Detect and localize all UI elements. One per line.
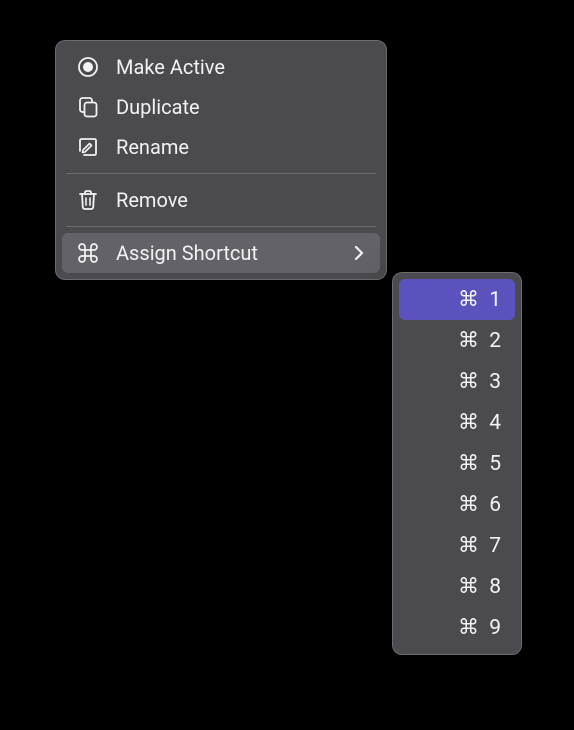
command-symbol: ⌘	[458, 492, 479, 517]
command-symbol: ⌘	[458, 533, 479, 558]
shortcut-option-4[interactable]: ⌘ 4	[399, 402, 515, 443]
context-menu: Make Active Duplicate Rename	[55, 40, 387, 280]
menu-item-label: Assign Shortcut	[116, 241, 350, 265]
shortcut-option-1[interactable]: ⌘ 1	[399, 279, 515, 320]
menu-item-label: Make Active	[116, 55, 368, 79]
shortcut-option-9[interactable]: ⌘ 9	[399, 607, 515, 648]
edit-icon	[74, 133, 102, 161]
command-symbol: ⌘	[458, 287, 479, 312]
shortcut-number: 8	[489, 575, 501, 599]
shortcut-number: 3	[489, 370, 501, 394]
shortcut-option-6[interactable]: ⌘ 6	[399, 484, 515, 525]
menu-item-make-active[interactable]: Make Active	[62, 47, 380, 87]
command-symbol: ⌘	[458, 410, 479, 435]
command-symbol: ⌘	[458, 369, 479, 394]
menu-divider	[66, 173, 376, 174]
shortcut-option-5[interactable]: ⌘ 5	[399, 443, 515, 484]
menu-item-assign-shortcut[interactable]: Assign Shortcut	[62, 233, 380, 273]
circle-dot-icon	[74, 53, 102, 81]
menu-item-duplicate[interactable]: Duplicate	[62, 87, 380, 127]
command-symbol: ⌘	[458, 574, 479, 599]
menu-item-remove[interactable]: Remove	[62, 180, 380, 220]
command-symbol: ⌘	[458, 328, 479, 353]
command-symbol: ⌘	[458, 615, 479, 640]
menu-item-label: Rename	[116, 135, 368, 159]
menu-item-rename[interactable]: Rename	[62, 127, 380, 167]
shortcut-option-2[interactable]: ⌘ 2	[399, 320, 515, 361]
chevron-right-icon	[350, 244, 368, 262]
shortcut-option-3[interactable]: ⌘ 3	[399, 361, 515, 402]
menu-item-label: Remove	[116, 188, 368, 212]
shortcut-number: 7	[489, 534, 501, 558]
assign-shortcut-submenu: ⌘ 1 ⌘ 2 ⌘ 3 ⌘ 4 ⌘ 5 ⌘ 6 ⌘ 7 ⌘ 8 ⌘ 9	[392, 272, 522, 655]
trash-icon	[74, 186, 102, 214]
shortcut-option-8[interactable]: ⌘ 8	[399, 566, 515, 607]
shortcut-option-7[interactable]: ⌘ 7	[399, 525, 515, 566]
shortcut-number: 1	[489, 288, 501, 312]
shortcut-number: 6	[489, 493, 501, 517]
shortcut-number: 2	[489, 329, 501, 353]
menu-divider	[66, 226, 376, 227]
menu-item-label: Duplicate	[116, 95, 368, 119]
command-symbol: ⌘	[458, 451, 479, 476]
command-icon	[74, 239, 102, 267]
shortcut-number: 5	[489, 452, 501, 476]
duplicate-icon	[74, 93, 102, 121]
shortcut-number: 9	[489, 616, 501, 640]
shortcut-number: 4	[489, 411, 501, 435]
